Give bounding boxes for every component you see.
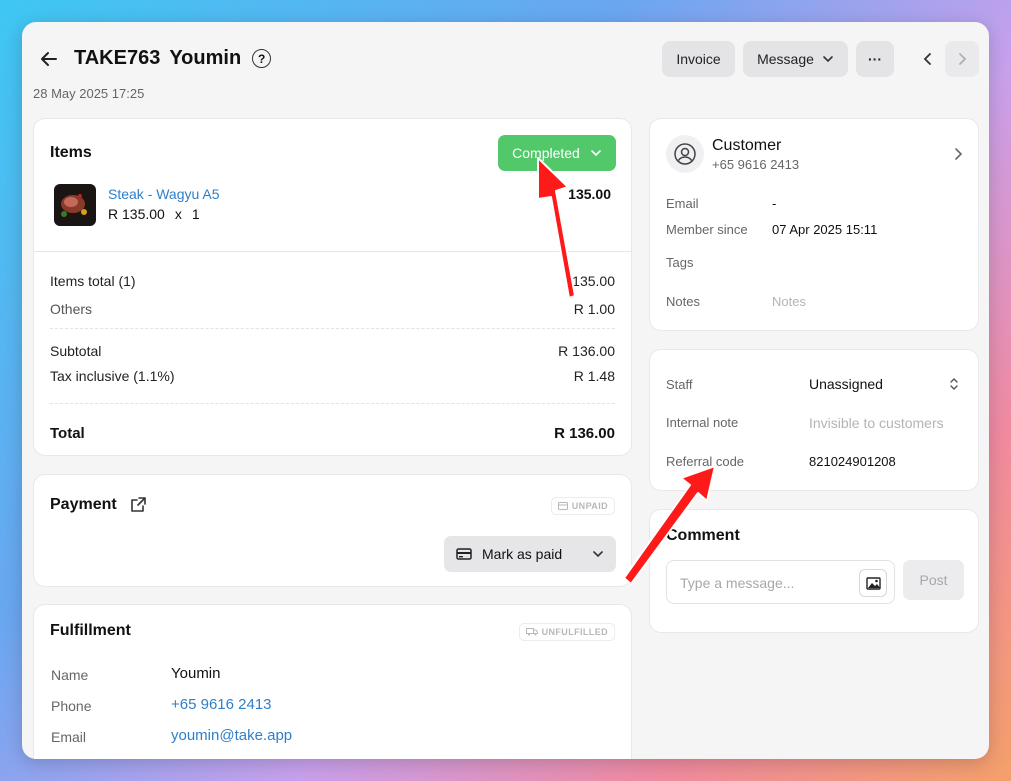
fulfillment-title: Fulfillment <box>50 622 131 639</box>
fulfillment-card: Fulfillment UNFULFILLED Name Youmin Phon… <box>33 604 632 759</box>
comment-card: Comment Type a message... Post <box>649 509 979 633</box>
steak-image-icon <box>61 194 87 217</box>
help-icon[interactable]: ? <box>252 49 272 68</box>
payment-card: Payment UNPAID Mark as paid <box>33 474 632 587</box>
customer-phone: +65 9616 2413 <box>712 157 800 172</box>
chevron-down-icon <box>593 551 603 558</box>
payment-title: Payment <box>50 496 117 513</box>
payment-status-badge: UNPAID <box>550 497 615 515</box>
customer-card: Customer +65 9616 2413 Email - Member si… <box>649 118 979 331</box>
status-label: Completed <box>512 145 580 161</box>
mark-as-paid-label: Mark as paid <box>482 546 563 562</box>
comment-placeholder: Type a message... <box>680 575 795 591</box>
customer-name-heading: Youmin <box>169 47 242 69</box>
mark-as-paid-button[interactable]: Mark as paid <box>444 536 616 572</box>
order-date: 28 May 2025 17:25 <box>33 86 145 101</box>
order-id: TAKE763 <box>74 47 161 69</box>
name-value: Youmin <box>171 665 221 682</box>
invoice-button[interactable]: Invoice <box>662 41 735 77</box>
product-line-total: 135.00 <box>568 186 611 202</box>
items-total-value: 135.00 <box>572 273 615 289</box>
card-icon <box>557 502 568 510</box>
page-title: TAKE763 Youmin ? <box>74 47 272 70</box>
payment-status-text: UNPAID <box>571 501 608 511</box>
member-since-value: 07 Apr 2025 15:11 <box>772 222 878 237</box>
member-since-label: Member since <box>666 222 748 237</box>
staff-label: Staff <box>666 377 693 392</box>
more-icon: ··· <box>868 51 882 67</box>
dashed-divider <box>50 403 615 404</box>
back-arrow-icon[interactable] <box>38 48 60 70</box>
referral-code-label: Referral code <box>666 454 745 469</box>
customer-email-label: Email <box>666 196 699 211</box>
message-button[interactable]: Message <box>743 41 848 77</box>
chevron-updown-icon <box>950 378 958 390</box>
invoice-button-label: Invoice <box>676 51 721 67</box>
chevron-down-icon <box>823 56 833 63</box>
total-label: Total <box>50 425 85 442</box>
others-value: R 1.00 <box>573 301 615 317</box>
internal-note-label: Internal note <box>666 415 739 430</box>
internal-note-input[interactable]: Invisible to customers <box>809 415 944 431</box>
email-link[interactable]: youmin@take.app <box>171 727 292 744</box>
notes-input[interactable]: Notes <box>772 294 806 309</box>
staff-select[interactable]: Unassigned <box>809 376 959 392</box>
chevron-left-icon <box>923 53 931 65</box>
items-title: Items <box>50 144 92 161</box>
product-qty-separator: x <box>174 206 182 222</box>
tags-label: Tags <box>666 255 694 270</box>
staff-card: Staff Unassigned Internal note Invisible… <box>649 349 979 491</box>
others-label: Others <box>50 301 93 317</box>
comment-input[interactable]: Type a message... <box>666 560 895 604</box>
user-circle-icon <box>674 143 696 165</box>
order-window: TAKE763 Youmin ? 28 May 2025 17:25 Invoi… <box>22 22 989 759</box>
total-value: R 136.00 <box>554 425 615 442</box>
name-label: Name <box>51 667 89 683</box>
more-button[interactable]: ··· <box>856 41 894 77</box>
chevron-right-icon[interactable] <box>952 147 964 161</box>
image-icon <box>865 576 881 590</box>
customer-title: Customer <box>712 137 782 154</box>
items-divider <box>34 251 631 252</box>
message-button-label: Message <box>757 51 814 67</box>
dashed-divider <box>50 328 615 329</box>
credit-card-icon <box>456 548 472 560</box>
post-button[interactable]: Post <box>903 560 964 600</box>
tax-value: R 1.48 <box>573 368 615 384</box>
chevron-down-icon <box>591 150 601 157</box>
top-bar: TAKE763 Youmin ? 28 May 2025 17:25 Invoi… <box>22 22 989 112</box>
post-button-label: Post <box>919 572 948 588</box>
subtotal-value: R 136.00 <box>558 343 615 359</box>
notes-label: Notes <box>666 294 700 309</box>
product-thumbnail[interactable] <box>54 184 96 226</box>
tax-label: Tax inclusive (1.1%) <box>50 368 175 384</box>
phone-link[interactable]: +65 9616 2413 <box>171 696 272 713</box>
referral-code-value: 821024901208 <box>809 454 896 469</box>
truck-icon <box>525 628 538 636</box>
items-card: Items Completed Steak - Wagyu A5 R 135.0… <box>33 118 632 456</box>
next-order-button[interactable] <box>945 41 979 77</box>
items-total-label: Items total (1) <box>50 273 136 289</box>
previous-order-button[interactable] <box>911 41 945 77</box>
external-link-icon[interactable] <box>130 496 147 513</box>
customer-email-value: - <box>772 196 777 211</box>
product-name-link[interactable]: Steak - Wagyu A5 <box>108 186 220 202</box>
email-label: Email <box>51 729 87 745</box>
product-unit-price: R 135.00 <box>108 206 165 222</box>
staff-value: Unassigned <box>809 376 883 392</box>
fulfillment-status-badge: UNFULFILLED <box>518 623 615 641</box>
attach-image-button[interactable] <box>859 569 887 597</box>
status-dropdown[interactable]: Completed <box>498 135 616 171</box>
phone-label: Phone <box>51 698 92 714</box>
product-price-qty: R 135.00 x 1 <box>108 206 200 222</box>
chevron-right-icon <box>959 53 967 65</box>
subtotal-label: Subtotal <box>50 343 102 359</box>
product-quantity: 1 <box>191 206 200 222</box>
avatar <box>666 135 704 173</box>
fulfillment-status-text: UNFULFILLED <box>541 627 608 637</box>
comment-title: Comment <box>666 527 740 544</box>
